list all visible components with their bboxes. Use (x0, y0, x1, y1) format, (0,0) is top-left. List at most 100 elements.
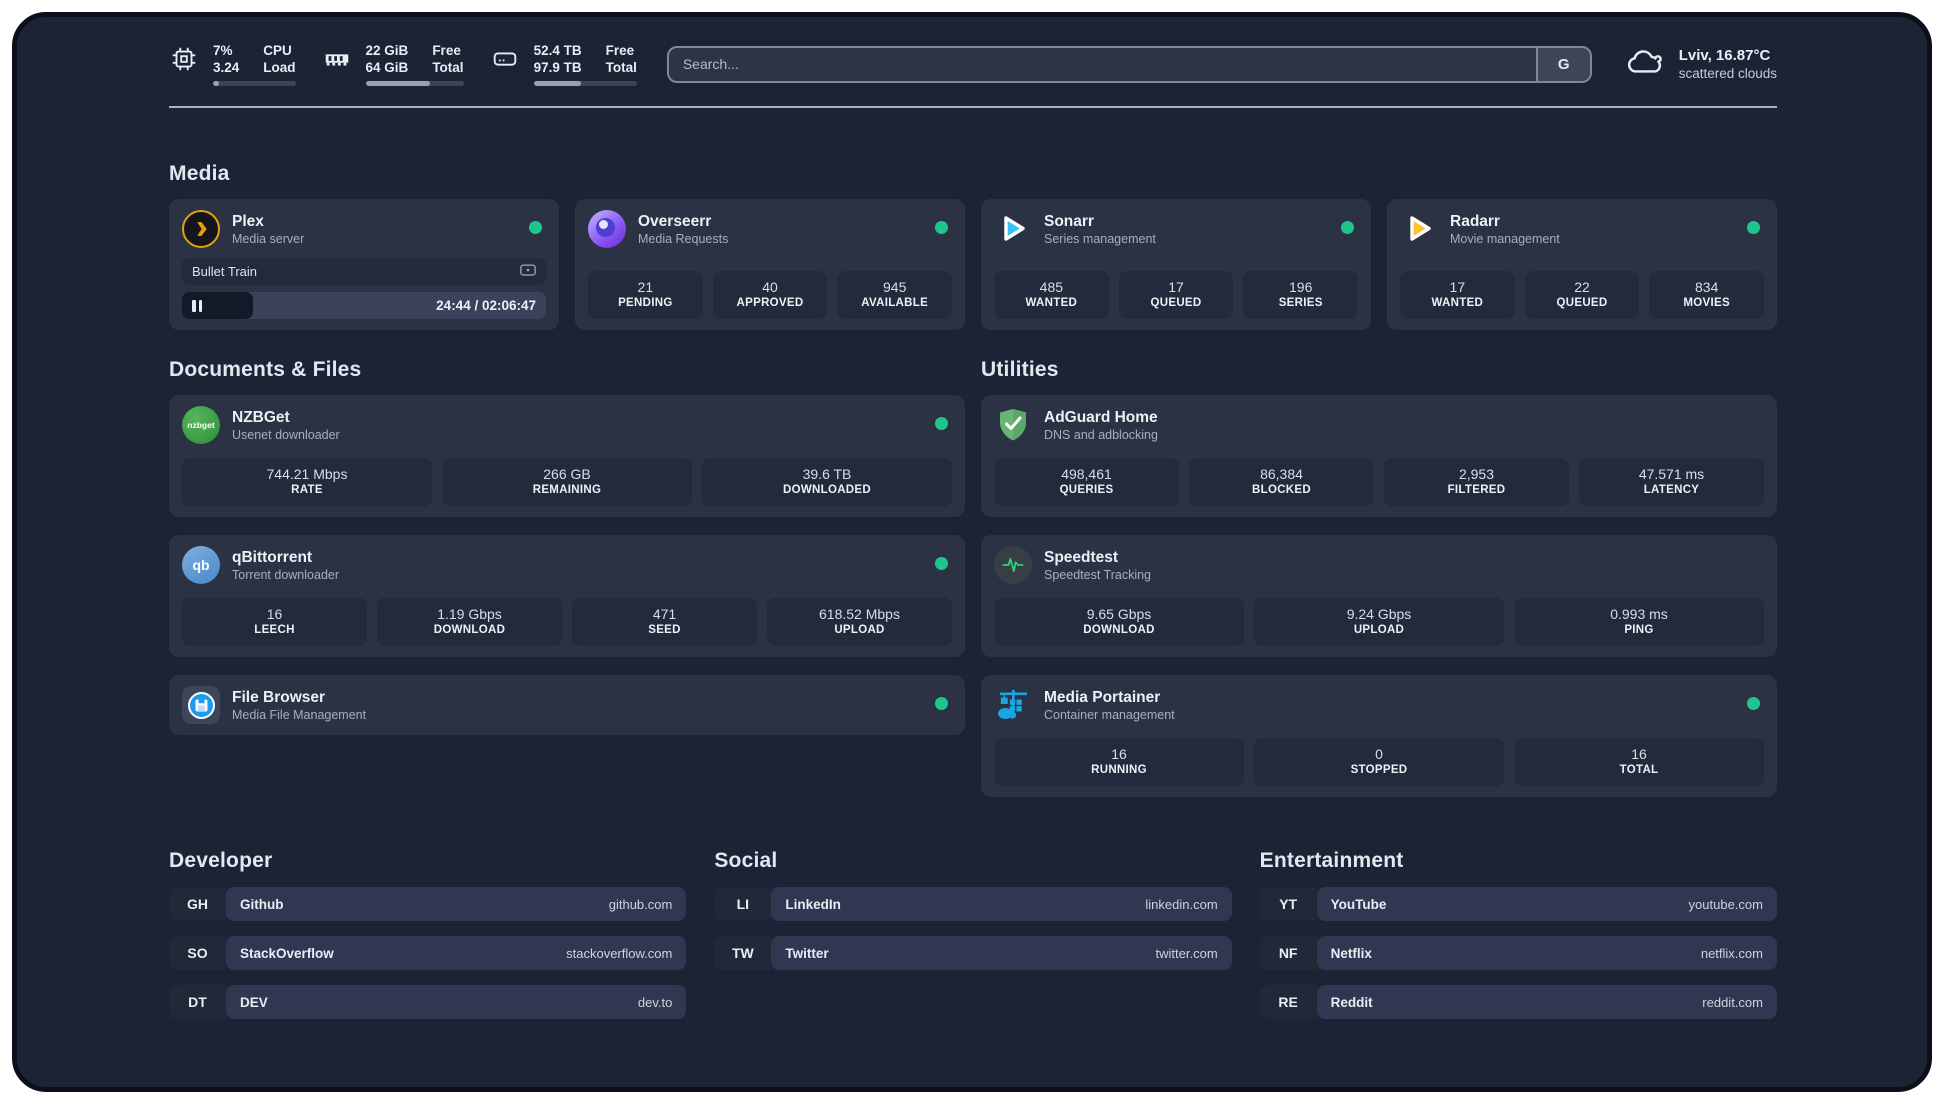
disk-progress-fill (533, 81, 582, 86)
stat-label: SEED (648, 624, 681, 636)
link-name: YouTube (1330, 896, 1387, 912)
card-nzbget[interactable]: nzbget NZBGet Usenet downloader 744.21 M… (169, 395, 965, 517)
card-portainer[interactable]: Media Portainer Container management 16 … (981, 675, 1777, 797)
weather-location-temperature: Lviv, 16.87°C (1678, 47, 1771, 64)
weather-widget: Lviv, 16.87°C scattered clouds (1624, 46, 1777, 83)
nzbget-icon-text: nzbget (187, 420, 215, 430)
stat-pill: 39.6 TB DOWNLOADED (702, 458, 952, 506)
link-name: Twitter (785, 945, 829, 961)
cast-icon[interactable] (520, 263, 536, 280)
stat-pill: 498,461 QUERIES (994, 458, 1179, 506)
link-abbr: DT (169, 985, 226, 1019)
stat-label: REMAINING (532, 484, 602, 496)
link-netflix[interactable]: NF Netflix netflix.com (1259, 936, 1777, 970)
stat-label: PING (1624, 624, 1654, 636)
stat-label: WANTED (1431, 297, 1484, 309)
stat-label: UPLOAD (1353, 624, 1405, 636)
stat-pill: 1.19 Gbps DOWNLOAD (377, 598, 562, 646)
app-title: Speedtest (1044, 548, 1119, 566)
stat-pill: 47.571 ms LATENCY (1579, 458, 1764, 506)
section-title-utilities: Utilities (981, 358, 1059, 381)
card-adguard[interactable]: AdGuard Home DNS and adblocking 498,461 … (981, 395, 1777, 517)
stat-pill: 16 TOTAL (1514, 738, 1764, 786)
overseerr-icon (588, 210, 626, 248)
link-url: github.com (608, 896, 673, 912)
weather-cloud-icon (1624, 46, 1666, 83)
link-abbr: YT (1259, 887, 1317, 921)
stat-value: 744.21 Mbps (266, 466, 348, 482)
app-subtitle: Series management (1044, 231, 1156, 246)
app-subtitle: Speedtest Tracking (1044, 567, 1152, 582)
link-reddit[interactable]: RE Reddit reddit.com (1259, 985, 1777, 1019)
ram-free-label: Free (432, 43, 461, 58)
link-url: stackoverflow.com (566, 945, 673, 961)
stat-value: 834 (1695, 279, 1719, 295)
card-speedtest[interactable]: Speedtest Speedtest Tracking 9.65 Gbps D… (981, 535, 1777, 657)
stat-value: 0.993 ms (1610, 606, 1668, 622)
link-twitter[interactable]: TW Twitter twitter.com (714, 936, 1232, 970)
link-youtube[interactable]: YT YouTube youtube.com (1259, 887, 1777, 921)
link-github[interactable]: GH Github github.com (169, 887, 687, 921)
cpu-usage-label: CPU (263, 43, 292, 58)
stat-label: TOTAL (1619, 764, 1659, 776)
stat-pill: 834 MOVIES (1649, 271, 1765, 319)
app-subtitle: Container management (1044, 707, 1175, 722)
card-filebrowser[interactable]: File Browser Media File Management (169, 675, 965, 735)
stat-label: DOWNLOAD (1083, 624, 1155, 636)
stat-label: FILTERED (1447, 484, 1506, 496)
stat-pill: 485 WANTED (994, 271, 1109, 319)
link-stackoverflow[interactable]: SO StackOverflow stackoverflow.com (169, 936, 687, 970)
speedtest-icon (994, 546, 1032, 584)
stat-value: 945 (883, 279, 907, 295)
link-abbr: SO (169, 936, 226, 970)
card-overseerr[interactable]: Overseerr Media Requests 21 PENDING 40 A… (575, 199, 965, 330)
stat-label: SERIES (1278, 297, 1323, 309)
stat-label: RUNNING (1091, 764, 1147, 776)
stat-label: DOWNLOAD (433, 624, 506, 636)
stat-label: LATENCY (1643, 484, 1700, 496)
search-engine-button[interactable]: G (1535, 47, 1590, 81)
link-url: linkedin.com (1145, 896, 1218, 912)
stat-value: 1.19 Gbps (437, 606, 502, 622)
stat-label: UPLOAD (834, 624, 885, 636)
stat-value: 22 (1574, 279, 1590, 295)
now-playing-row: Bullet Train (182, 258, 546, 285)
card-sonarr[interactable]: Sonarr Series management 485 WANTED 17 Q… (981, 199, 1371, 330)
stat-label: RATE (291, 484, 323, 496)
stat-pill: 744.21 Mbps RATE (182, 458, 432, 506)
playback-time: 24:44 / 02:06:47 (436, 298, 536, 313)
link-linkedin[interactable]: LI LinkedIn linkedin.com (714, 887, 1232, 921)
memory-metric: 22 GiB 64 GiB Free Total (322, 42, 464, 86)
app-subtitle: Usenet downloader (232, 427, 340, 442)
qbittorrent-icon: qb (182, 546, 220, 584)
card-plex[interactable]: Plex Media server Bullet Train 24:44 / 0… (169, 199, 559, 330)
status-dot-online (935, 417, 948, 430)
ram-icon (322, 44, 352, 74)
section-utilities: Utilities AdGuard Home DNS and adblockin… (981, 358, 1777, 797)
stat-value: 21 (637, 279, 654, 295)
card-radarr[interactable]: Radarr Movie management 17 WANTED 22 QUE… (1387, 199, 1777, 330)
playback-progress-bar[interactable]: 24:44 / 02:06:47 (182, 292, 546, 319)
sonarr-icon (994, 210, 1032, 248)
stat-pill: 16 RUNNING (994, 738, 1244, 786)
ram-total-value: 64 GiB (365, 60, 409, 75)
link-url: netflix.com (1700, 945, 1763, 961)
search-bar[interactable]: G (666, 45, 1592, 83)
stat-value: 266 GB (543, 466, 591, 482)
ram-progress-fill (365, 81, 431, 86)
stat-pill: 21 PENDING (588, 271, 703, 319)
card-qbittorrent[interactable]: qb qBittorrent Torrent downloader 16 LEE… (169, 535, 965, 657)
pause-icon[interactable] (192, 299, 202, 312)
search-input[interactable] (668, 56, 1536, 72)
stat-label: MOVIES (1683, 297, 1730, 309)
link-dev[interactable]: DT DEV dev.to (169, 985, 687, 1019)
disk-icon (490, 44, 520, 74)
disk-total-value: 97.9 TB (533, 60, 582, 75)
stat-label: WANTED (1025, 297, 1078, 309)
link-abbr: GH (169, 887, 226, 921)
filebrowser-icon (182, 686, 220, 724)
link-url: twitter.com (1155, 945, 1218, 961)
stat-label: QUEUED (1556, 297, 1608, 309)
stat-value: 16 (1111, 746, 1127, 762)
app-title: AdGuard Home (1044, 408, 1158, 426)
